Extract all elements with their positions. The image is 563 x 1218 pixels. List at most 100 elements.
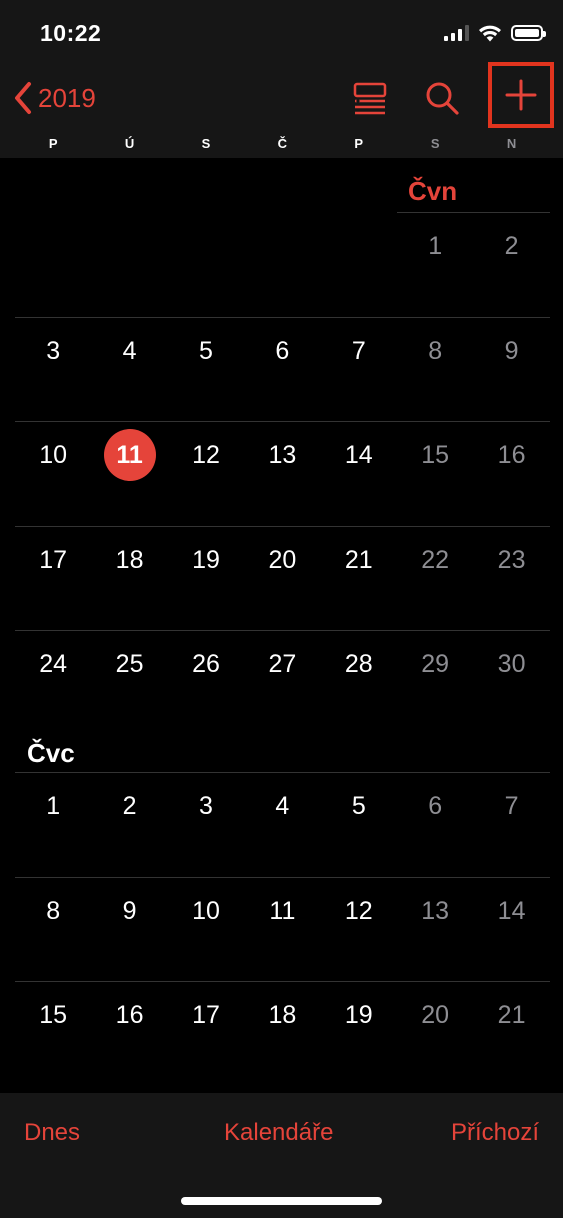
day-cell[interactable]: 18 (91, 526, 167, 630)
week-row: 3 4 5 6 7 8 9 (15, 316, 550, 421)
back-to-year-button[interactable]: 2019 (12, 78, 96, 118)
search-button[interactable] (420, 76, 464, 120)
day-cell[interactable]: 26 (168, 630, 244, 734)
day-number: 24 (39, 650, 68, 679)
day-number: 19 (344, 1001, 373, 1030)
day-number: 12 (192, 441, 220, 470)
day-number: 14 (344, 441, 373, 470)
day-cell[interactable]: 10 (168, 877, 244, 981)
day-number: 4 (275, 792, 290, 820)
day-number: 29 (421, 650, 450, 679)
day-number: 5 (199, 336, 213, 365)
day-number: 6 (428, 792, 443, 820)
day-cell[interactable]: 5 (168, 317, 244, 421)
day-cell[interactable]: 11 (244, 877, 320, 981)
week-row: 10 11 12 13 14 15 16 (15, 421, 550, 525)
day-number: 27 (268, 650, 297, 679)
chevron-left-icon (15, 82, 31, 114)
day-cell[interactable]: 23 (473, 526, 549, 630)
day-cell[interactable]: 16 (473, 421, 549, 525)
week-row: 12 (15, 212, 550, 316)
day-number: 9 (504, 336, 519, 365)
today-button[interactable]: Dnes (24, 1119, 80, 1147)
add-event-button[interactable] (488, 62, 554, 128)
day-number: 10 (39, 441, 68, 470)
day-cell[interactable]: 15 (397, 421, 473, 525)
day-cell[interactable]: 9 (91, 877, 167, 981)
day-cell[interactable]: 8 (15, 877, 91, 981)
calendars-button[interactable]: Kalendáře (224, 1119, 333, 1147)
day-cell[interactable]: 2 (91, 772, 167, 876)
day-cell[interactable]: 3 (168, 772, 244, 876)
day-cell[interactable]: 13 (244, 421, 320, 525)
day-cell[interactable]: 5 (321, 772, 397, 876)
day-cell[interactable]: 9 (473, 317, 549, 421)
day-cell[interactable]: 19 (168, 526, 244, 630)
day-number: 25 (115, 650, 144, 679)
day-cell[interactable]: 17 (168, 981, 244, 1085)
day-number: 18 (268, 1001, 297, 1030)
week-row: 8 9 10 11 12 13 14 (15, 876, 550, 981)
day-number: 23 (497, 545, 526, 574)
day-number: 11 (269, 896, 296, 925)
day-cell[interactable]: 7 (473, 772, 549, 876)
day-number: 13 (421, 896, 450, 925)
day-cell[interactable]: 27 (244, 630, 320, 734)
week-row: 1 2 3 4 5 6 7 (15, 772, 550, 876)
day-number: 22 (421, 545, 450, 574)
day-cell[interactable]: 4 (244, 772, 320, 876)
day-cell-today[interactable]: 11 (91, 421, 167, 525)
day-cell[interactable]: 14 (473, 877, 549, 981)
bottom-toolbar: Dnes Kalendáře Příchozí (0, 1093, 563, 1218)
week-row: 24 25 26 27 28 29 30 (15, 630, 550, 734)
day-cell[interactable]: 21 (321, 526, 397, 630)
day-cell[interactable]: 25 (91, 630, 167, 734)
day-cell[interactable]: 2 (473, 212, 549, 316)
day-cell[interactable]: 20 (397, 981, 473, 1085)
list-view-button[interactable] (348, 76, 392, 120)
day-cell[interactable]: 8 (397, 317, 473, 421)
day-cell[interactable]: 4 (91, 317, 167, 421)
day-cell[interactable]: 17 (15, 526, 91, 630)
day-number: 2 (122, 792, 137, 820)
day-number: 2 (504, 232, 519, 260)
day-cell[interactable]: 10 (15, 421, 91, 525)
day-number: 20 (268, 545, 297, 574)
day-cell[interactable]: 21 (473, 981, 549, 1085)
day-number: 10 (192, 896, 220, 925)
weekday-wed: S (201, 136, 211, 151)
day-number: 6 (275, 336, 290, 365)
weekday-sat: S (430, 136, 440, 151)
day-cell[interactable]: 18 (244, 981, 320, 1085)
day-number: 21 (497, 1001, 526, 1030)
weekday-sun: N (506, 136, 517, 151)
day-number: 20 (421, 1001, 450, 1030)
day-cell[interactable]: 12 (321, 877, 397, 981)
day-cell[interactable]: 1 (15, 772, 91, 876)
day-cell[interactable]: 29 (397, 630, 473, 734)
day-cell[interactable]: 3 (15, 317, 91, 421)
day-number: 19 (192, 545, 220, 574)
day-cell[interactable]: 6 (244, 317, 320, 421)
day-cell[interactable]: 24 (15, 630, 91, 734)
day-cell[interactable]: 6 (397, 772, 473, 876)
day-number: 9 (122, 896, 137, 925)
day-number: 4 (122, 336, 137, 365)
inbox-button[interactable]: Příchozí (451, 1119, 539, 1147)
day-cell[interactable]: 13 (397, 877, 473, 981)
day-cell[interactable]: 1 (397, 212, 473, 316)
day-number: 12 (344, 896, 373, 925)
day-cell[interactable]: 30 (473, 630, 549, 734)
day-cell[interactable]: 12 (168, 421, 244, 525)
day-cell[interactable]: 16 (91, 981, 167, 1085)
day-number: 16 (497, 441, 526, 470)
status-time: 10:22 (40, 20, 102, 46)
day-cell[interactable]: 22 (397, 526, 473, 630)
day-cell[interactable]: 19 (321, 981, 397, 1085)
day-cell[interactable]: 28 (321, 630, 397, 734)
day-cell[interactable]: 15 (15, 981, 91, 1085)
day-number: 8 (428, 336, 443, 365)
day-cell[interactable]: 20 (244, 526, 320, 630)
day-cell[interactable]: 14 (321, 421, 397, 525)
day-cell[interactable]: 7 (321, 317, 397, 421)
